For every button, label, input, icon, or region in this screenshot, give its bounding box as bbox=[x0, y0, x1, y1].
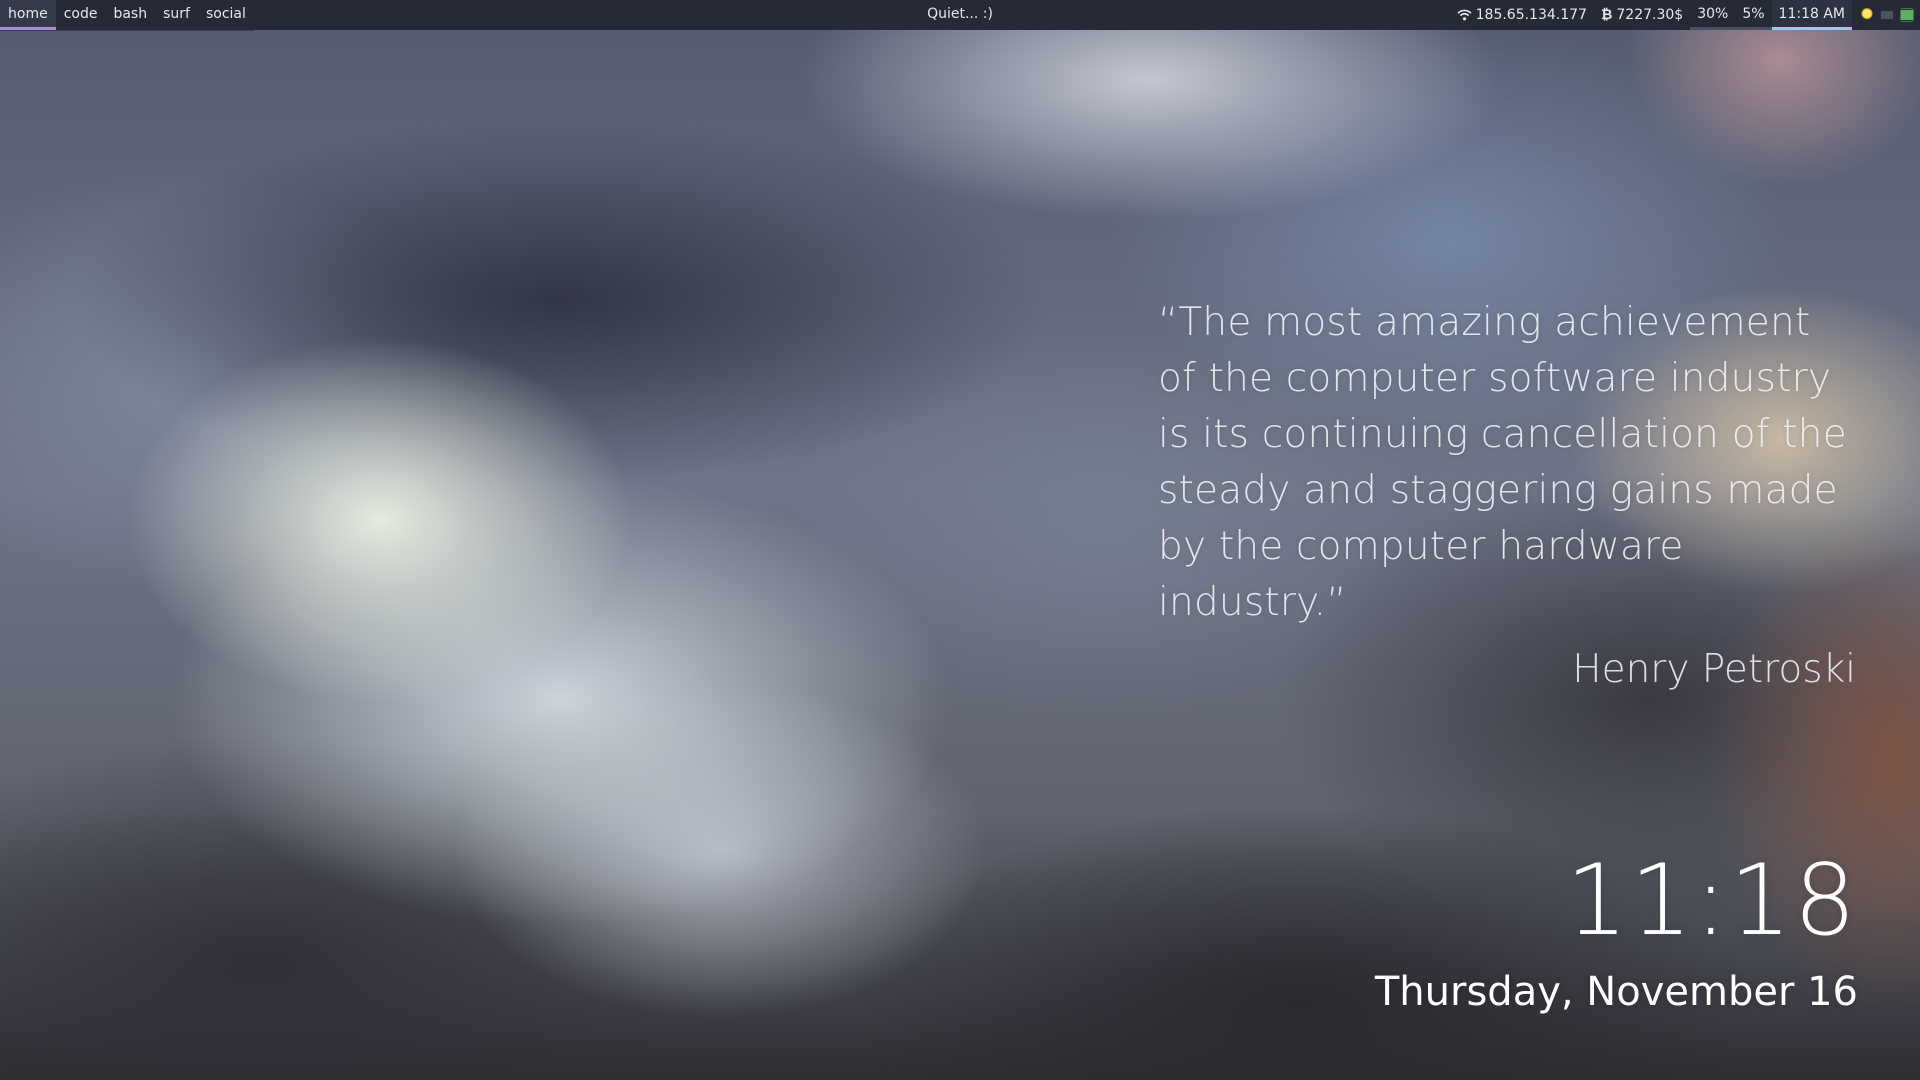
quote-text: “The most amazing achievement of the com… bbox=[1158, 300, 1847, 625]
keyboard-icon[interactable] bbox=[1880, 8, 1894, 22]
top-bar: home code bash surf social Quiet... :) 1… bbox=[0, 0, 1920, 31]
bar-clock-time: 11:18 AM bbox=[1778, 5, 1845, 22]
quote-widget: “The most amazing achievement of the com… bbox=[1158, 295, 1858, 695]
ip-address: 185.65.134.177 bbox=[1475, 7, 1587, 23]
workspace-social[interactable]: social bbox=[198, 0, 254, 30]
cpu-value: 5% bbox=[1742, 5, 1765, 22]
network-icon[interactable] bbox=[1900, 8, 1914, 22]
status-area: 185.65.134.177 ₿ 7227.30$ 30% 5% 11:18 A… bbox=[1450, 0, 1920, 30]
system-tray bbox=[1852, 0, 1920, 30]
desktop-clock-date: Thursday, November 16 bbox=[1374, 969, 1858, 1015]
bitcoin-price[interactable]: ₿ 7227.30$ bbox=[1594, 0, 1690, 30]
network-status[interactable]: 185.65.134.177 bbox=[1450, 0, 1594, 30]
volume-value: 30% bbox=[1697, 5, 1729, 22]
bar-clock[interactable]: 11:18 AM bbox=[1771, 0, 1852, 30]
workspace-bash[interactable]: bash bbox=[105, 0, 155, 30]
desktop-clock-time: 11:18 bbox=[1565, 844, 1858, 958]
window-title: Quiet... :) bbox=[927, 6, 993, 22]
workspace-home[interactable]: home bbox=[0, 0, 56, 30]
wifi-icon bbox=[1457, 9, 1472, 21]
workspace-code[interactable]: code bbox=[56, 0, 106, 30]
lightbulb-icon[interactable] bbox=[1860, 8, 1874, 22]
volume-status[interactable]: 30% bbox=[1690, 0, 1736, 30]
bitcoin-value: 7227.30$ bbox=[1616, 7, 1684, 23]
cpu-status[interactable]: 5% bbox=[1735, 0, 1772, 30]
workspace-switcher: home code bash surf social bbox=[0, 0, 254, 31]
bitcoin-icon: ₿ bbox=[1600, 7, 1613, 23]
desktop-clock-widget: 11:18 Thursday, November 16 bbox=[1375, 846, 1858, 1018]
quote-author: Henry Petroski bbox=[1572, 647, 1856, 692]
workspace-surf[interactable]: surf bbox=[155, 0, 198, 30]
